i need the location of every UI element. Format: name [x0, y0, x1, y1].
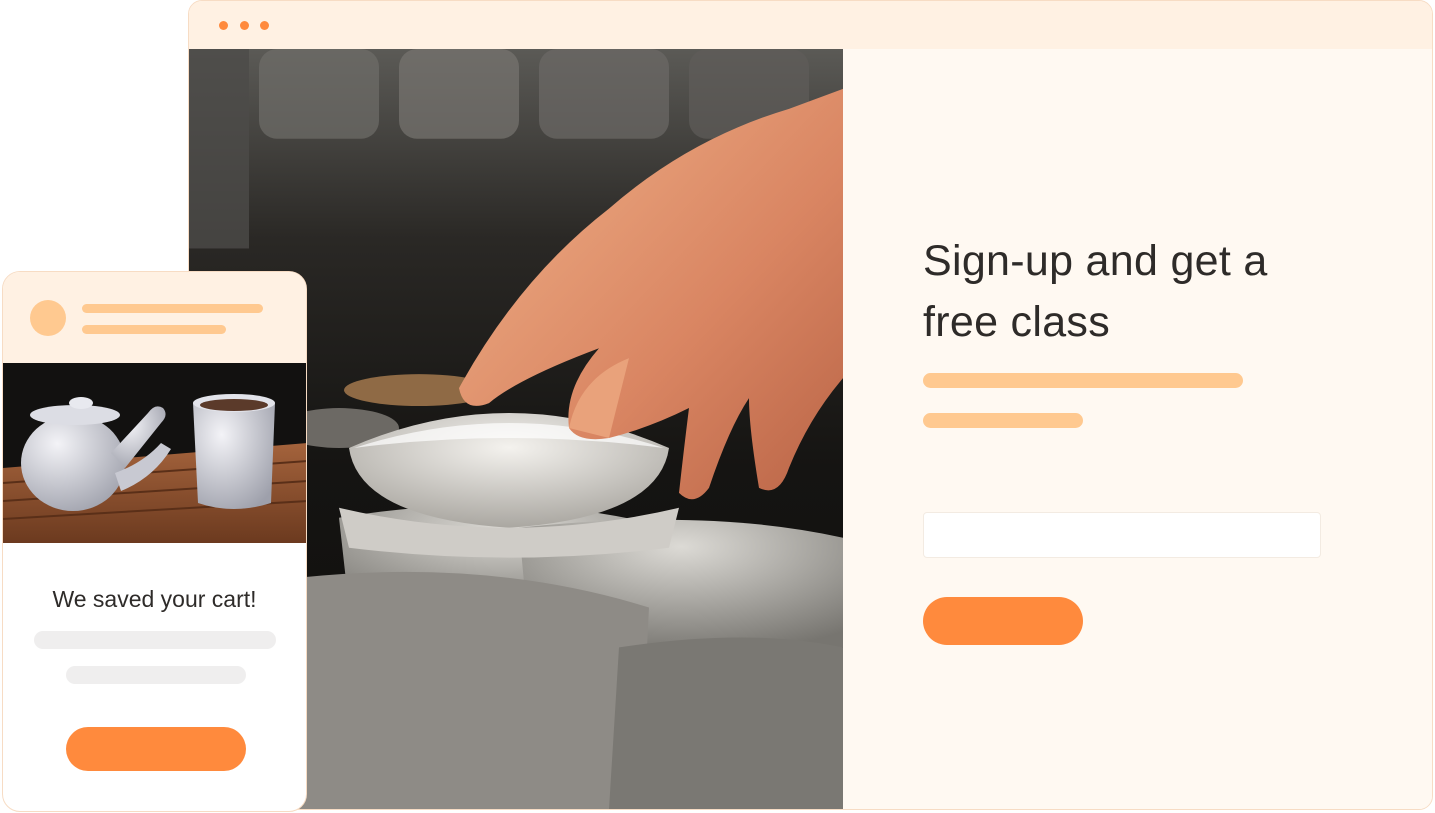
email-input[interactable] — [923, 512, 1321, 558]
mobile-card: We saved your cart! — [2, 271, 307, 812]
signup-headline: Sign-up and get a free class — [923, 237, 1268, 346]
header-placeholder-bar — [82, 304, 263, 313]
stage: Sign-up and get a free class We saved yo… — [0, 0, 1435, 813]
header-placeholder-bar — [82, 325, 226, 334]
window-dot-icon — [219, 21, 228, 30]
return-to-cart-button[interactable] — [66, 727, 246, 771]
signup-panel: Sign-up and get a free class — [843, 49, 1432, 809]
signup-submit-button[interactable] — [923, 597, 1083, 645]
text-placeholder-bar — [34, 631, 276, 649]
browser-title-bar — [189, 1, 1432, 49]
mobile-header — [3, 272, 306, 363]
avatar — [30, 300, 66, 336]
browser-window: Sign-up and get a free class — [188, 0, 1433, 810]
cart-title: We saved your cart! — [52, 586, 257, 612]
window-dot-icon — [260, 21, 269, 30]
text-placeholder-bar — [923, 413, 1083, 428]
text-placeholder-bar — [66, 666, 246, 684]
window-dot-icon — [240, 21, 249, 30]
text-placeholder-bar — [923, 373, 1243, 388]
product-photo — [3, 363, 306, 543]
